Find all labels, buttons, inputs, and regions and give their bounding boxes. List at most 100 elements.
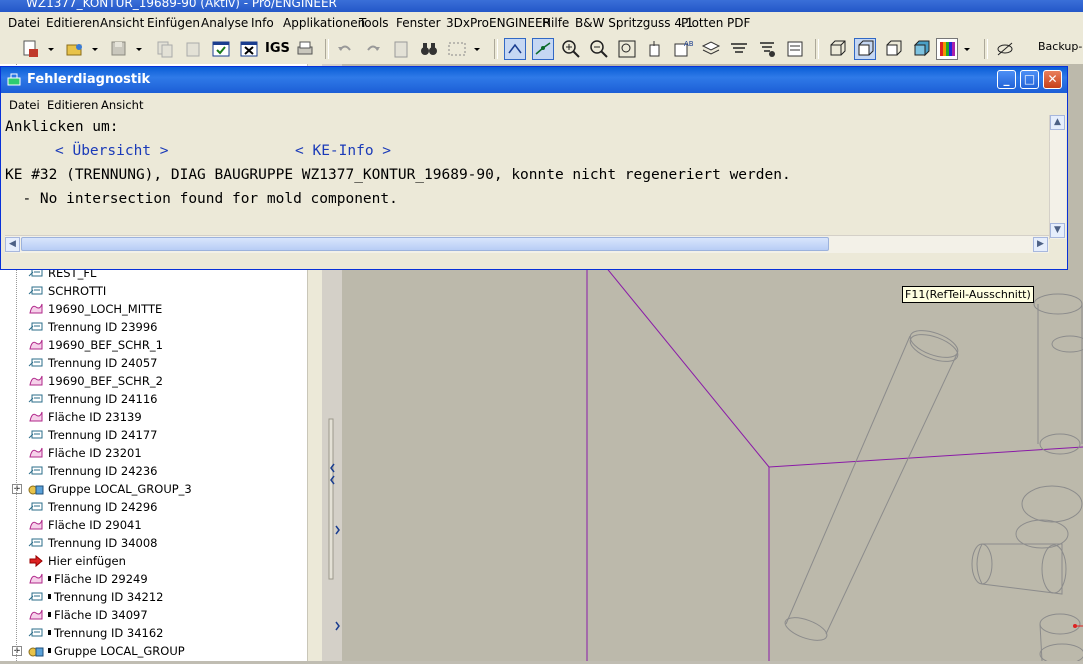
app-title: WZ1377_KONTUR_19689-90 (Aktiv) - Pro/ENG…: [26, 0, 337, 10]
tree-item[interactable]: Trennung ID 24236: [0, 462, 305, 480]
undo-icon[interactable]: [334, 38, 356, 60]
feature-info-link[interactable]: < KE-Info >: [295, 143, 391, 159]
dropdown-arrow-icon[interactable]: [472, 38, 494, 60]
tree-item[interactable]: Trennung ID 24057: [0, 354, 305, 372]
tree-item-label: SCHROTTI: [48, 284, 107, 298]
dropdown-arrow-icon[interactable]: [134, 38, 156, 60]
menu-ansicht[interactable]: Ansicht: [100, 16, 144, 30]
tree-item[interactable]: Fläche ID 34097: [0, 606, 305, 624]
model-tree-settings-icon[interactable]: [784, 38, 806, 60]
menu-datei[interactable]: Datei: [8, 16, 40, 30]
menu-info[interactable]: Info: [251, 16, 274, 30]
regenerate-icon[interactable]: [504, 38, 526, 60]
print-icon[interactable]: [294, 38, 316, 60]
menu-applikationen[interactable]: Applikationen: [283, 16, 365, 30]
horizontal-scroll-thumb[interactable]: [21, 237, 829, 251]
flaeche-icon: [28, 518, 44, 532]
zoom-in-icon[interactable]: [560, 38, 582, 60]
tree-item[interactable]: 19690_BEF_SCHR_2: [0, 372, 305, 390]
trennung-icon: [28, 590, 44, 604]
open-file-icon[interactable]: [64, 38, 86, 60]
dialog-menu-ansicht[interactable]: Ansicht: [101, 98, 143, 112]
trennung-icon: [28, 392, 44, 406]
menu-bw-spritzguss[interactable]: B&W Spritzguss 4.1: [575, 16, 693, 30]
save-icon[interactable]: [108, 38, 130, 60]
menu-tools[interactable]: Tools: [359, 16, 389, 30]
menu-plotten[interactable]: Plotten: [681, 16, 723, 30]
tree-item[interactable]: Hier einfügen: [0, 552, 305, 570]
copy-disabled-icon[interactable]: [154, 38, 176, 60]
dialog-horizontal-scrollbar[interactable]: ◀ ▶: [5, 235, 1049, 253]
maximize-button[interactable]: □: [1020, 70, 1039, 89]
menu-3dxproengineer[interactable]: 3DxProENGINEER: [446, 16, 551, 30]
igs-export-button[interactable]: IGS: [265, 38, 290, 60]
scroll-left-icon[interactable]: ◀: [5, 237, 20, 252]
window-close-icon[interactable]: [238, 38, 260, 60]
tree-item[interactable]: Trennung ID 24116: [0, 390, 305, 408]
main-toolbar: IGS AB Backup-M: [0, 34, 1083, 65]
diagnostic-message-area: Anklicken um: < Übersicht > < KE-Info > …: [3, 115, 1049, 243]
group-icon: [28, 644, 44, 658]
hide-icon[interactable]: [994, 38, 1016, 60]
tree-item[interactable]: Trennung ID 34212: [0, 588, 305, 606]
paste-disabled-icon[interactable]: [182, 38, 204, 60]
clipboard-icon[interactable]: [390, 38, 412, 60]
menu-pdf[interactable]: PDF: [727, 16, 750, 30]
dialog-menu-datei[interactable]: Datei: [9, 98, 40, 112]
tree-item[interactable]: Trennung ID 34162: [0, 624, 305, 642]
new-file-icon[interactable]: [20, 38, 42, 60]
layers-icon[interactable]: [700, 38, 722, 60]
window-activate-icon[interactable]: [210, 38, 232, 60]
filter-icon[interactable]: [756, 38, 778, 60]
menu-analyse[interactable]: Analyse: [201, 16, 248, 30]
menu-einfuegen[interactable]: Einfügen: [147, 16, 200, 30]
tree-item[interactable]: Trennung ID 34008: [0, 534, 305, 552]
dropdown-arrow-icon[interactable]: [962, 38, 984, 60]
overview-link[interactable]: < Übersicht >: [55, 143, 169, 159]
minimize-button[interactable]: _: [997, 70, 1016, 89]
datum-display-icon[interactable]: [532, 38, 554, 60]
selection-box-icon[interactable]: [446, 38, 468, 60]
redo-icon[interactable]: [362, 38, 384, 60]
tree-item[interactable]: 19690_LOCH_MITTE: [0, 300, 305, 318]
tree-item[interactable]: SCHROTTI: [0, 282, 305, 300]
tree-item[interactable]: + Gruppe LOCAL_GROUP: [0, 642, 305, 660]
tree-item[interactable]: Trennung ID 24177: [0, 426, 305, 444]
reorient-icon[interactable]: [644, 38, 666, 60]
no-hidden-display-icon[interactable]: [882, 38, 904, 60]
zoom-fit-icon[interactable]: [616, 38, 638, 60]
shaded-display-icon[interactable]: [910, 38, 932, 60]
error-message: KE #32 (TRENNUNG), DIAG BAUGRUPPE WZ1377…: [5, 167, 791, 183]
wireframe-display-icon[interactable]: [826, 38, 848, 60]
binoculars-search-icon[interactable]: [418, 38, 440, 60]
dialog-menu-editieren[interactable]: Editieren: [47, 98, 98, 112]
tree-item[interactable]: Trennung ID 23996: [0, 318, 305, 336]
menu-hilfe[interactable]: Hilfe: [542, 16, 569, 30]
scroll-up-icon[interactable]: ▲: [1050, 115, 1065, 130]
tree-item[interactable]: Trennung ID 24296: [0, 498, 305, 516]
menu-editieren[interactable]: Editieren: [46, 16, 100, 30]
tree-item[interactable]: 19690_BEF_SCHR_1: [0, 336, 305, 354]
dialog-vertical-scrollbar[interactable]: ▲ ▼: [1049, 115, 1066, 239]
saved-views-icon[interactable]: AB: [672, 38, 694, 60]
scroll-down-icon[interactable]: ▼: [1050, 223, 1065, 238]
color-appearance-icon[interactable]: [936, 38, 958, 60]
zoom-out-icon[interactable]: [588, 38, 610, 60]
scroll-right-icon[interactable]: ▶: [1033, 237, 1048, 252]
tree-item[interactable]: + Gruppe LOCAL_GROUP_3: [0, 480, 305, 498]
close-button[interactable]: ✕: [1043, 70, 1062, 89]
backup-label[interactable]: Backup-M: [1038, 40, 1083, 53]
main-menubar: Datei Editieren Ansicht Einfügen Analyse…: [0, 12, 1083, 35]
tree-item-label: Trennung ID 24177: [48, 428, 158, 442]
hidden-line-display-icon[interactable]: [854, 38, 876, 60]
menu-fenster[interactable]: Fenster: [396, 16, 441, 30]
tree-item[interactable]: Fläche ID 29249: [0, 570, 305, 588]
instruction-text: Anklicken um:: [5, 119, 119, 135]
tree-item[interactable]: Fläche ID 23139: [0, 408, 305, 426]
dialog-title-bar[interactable]: Fehlerdiagnostik _ □ ✕: [1, 67, 1067, 93]
tree-item[interactable]: Fläche ID 23201: [0, 444, 305, 462]
tree-item-label: Fläche ID 29249: [54, 572, 148, 586]
tree-item[interactable]: Fläche ID 29041: [0, 516, 305, 534]
suppressed-marker-icon: [48, 648, 51, 653]
view-manager-icon[interactable]: [728, 38, 750, 60]
